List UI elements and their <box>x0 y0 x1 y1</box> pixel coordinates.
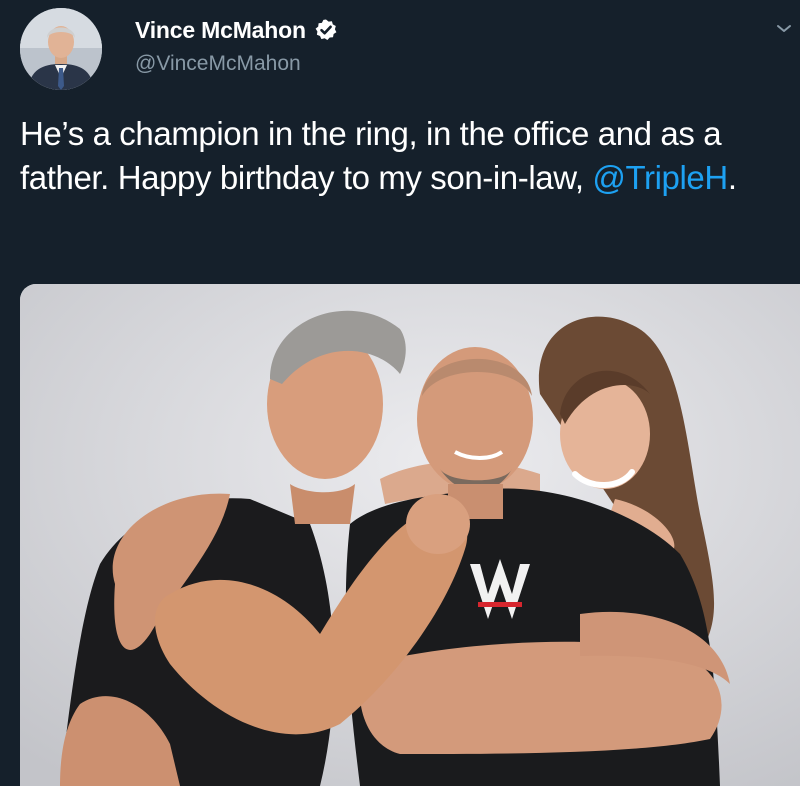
author-name-row: Vince McMahon <box>135 14 338 46</box>
chevron-down-icon[interactable] <box>774 18 794 38</box>
author-handle[interactable]: @VinceMcMahon <box>135 52 338 76</box>
tweet-text: He’s a champion in the ring, in the offi… <box>20 112 780 200</box>
avatar[interactable] <box>20 8 102 90</box>
author-display-name[interactable]: Vince McMahon <box>135 17 306 44</box>
author-block: Vince McMahon @VinceMcMahon <box>135 14 338 76</box>
mention-link[interactable]: @TripleH <box>592 159 728 196</box>
tweet-card: Vince McMahon @VinceMcMahon He’s a champ… <box>0 0 800 786</box>
tweet-text-end: . <box>727 159 737 196</box>
tweet-photo[interactable] <box>20 284 800 786</box>
verified-badge-icon <box>314 18 338 42</box>
